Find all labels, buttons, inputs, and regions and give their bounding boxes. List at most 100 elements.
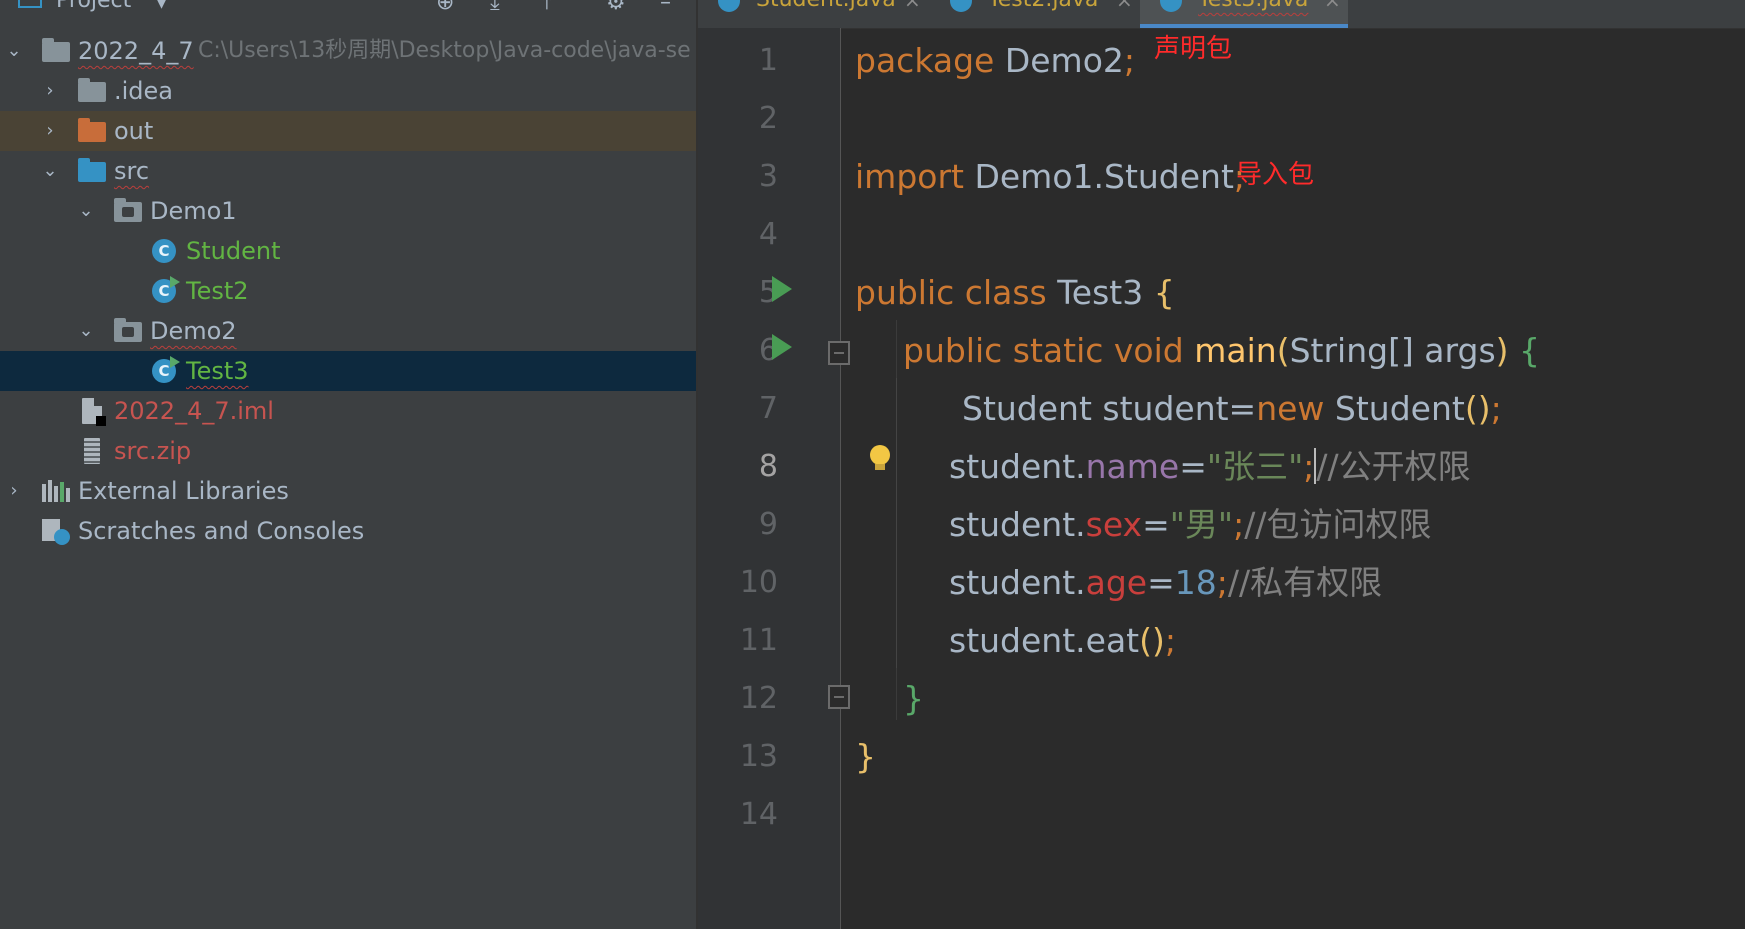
tree-item-demo1[interactable]: ⌄ Demo1	[0, 191, 696, 231]
tree-item-label: Test3	[186, 357, 249, 385]
annotation-package-note: 声明包	[1154, 34, 1233, 64]
object-ref: student.	[949, 563, 1086, 602]
code-editor: Student.java × Test2.java × Test3.java ×…	[698, 0, 1745, 929]
semicolon: ;	[1490, 389, 1502, 428]
number-literal: 18	[1174, 563, 1217, 602]
tree-item-iml[interactable]: 2022_4_7.iml	[0, 391, 696, 431]
fold-marker-icon[interactable]	[828, 341, 850, 365]
code-line-6[interactable]: public static void main(String[] args) {	[903, 322, 1540, 380]
collapse-all-icon[interactable]: ⤒	[542, 0, 552, 14]
run-class-icon[interactable]	[772, 276, 792, 302]
project-view-title[interactable]: Project	[56, 0, 131, 12]
brace: {	[1153, 273, 1175, 312]
code-line-3[interactable]: import Demo1.Student;	[855, 148, 1245, 206]
module-folder-icon	[42, 38, 70, 62]
semicolon: ;	[1233, 505, 1245, 544]
tree-item-demo2[interactable]: ⌄ Demo2	[0, 311, 696, 351]
tab-test3-java[interactable]: Test3.java ×	[1140, 0, 1348, 28]
code-line-7[interactable]: Student student=new Student();	[962, 380, 1502, 438]
tree-item-test2[interactable]: C Test2	[0, 271, 696, 311]
keyword: class	[964, 273, 1047, 312]
operator: =	[1147, 563, 1175, 602]
close-icon[interactable]: ×	[904, 0, 921, 14]
keyword: public	[903, 331, 1003, 370]
tree-item-test3[interactable]: C Test3	[0, 351, 696, 391]
run-main-icon[interactable]	[772, 334, 792, 360]
keyword: package	[855, 41, 995, 80]
tab-test2-java[interactable]: Test2.java ×	[930, 0, 1140, 28]
minimize-icon[interactable]: –	[660, 0, 671, 14]
code-line-9[interactable]: student.sex="男";//包访问权限	[949, 496, 1431, 554]
line-number: 3	[758, 159, 778, 194]
keyword: new	[1256, 389, 1325, 428]
chevron-right-icon[interactable]: ›	[40, 111, 60, 151]
tree-item-label: Demo1	[150, 197, 237, 225]
libraries-icon	[42, 480, 70, 502]
import-name: Demo1.Student	[974, 157, 1234, 196]
line-number: 10	[739, 565, 778, 600]
close-icon[interactable]: ×	[1116, 0, 1133, 14]
tree-item-student[interactable]: C Student	[0, 231, 696, 271]
comment: //包访问权限	[1244, 505, 1432, 544]
field-public: name	[1085, 447, 1180, 486]
chevron-down-icon[interactable]: ⌄	[4, 31, 24, 71]
excluded-folder-icon	[78, 118, 106, 142]
code-line-10[interactable]: student.age=18;//私有权限	[949, 554, 1382, 612]
tree-item-idea[interactable]: › .idea	[0, 71, 696, 111]
tree-item-src[interactable]: ⌄ src	[0, 151, 696, 191]
gear-icon[interactable]: ⚙	[606, 0, 626, 14]
project-header: Project ▾ ⊕ ⤓ ⤒ ⚙ –	[0, 0, 696, 22]
project-view-icon[interactable]	[18, 0, 42, 8]
tree-item-external-libraries[interactable]: › External Libraries	[0, 471, 696, 511]
tab-student-java[interactable]: Student.java ×	[698, 0, 930, 28]
object-ref: student.	[949, 505, 1086, 544]
chevron-right-icon[interactable]: ›	[4, 471, 24, 511]
code-line-13[interactable]: }	[855, 728, 876, 786]
locate-icon[interactable]: ⊕	[436, 0, 454, 14]
code-line-8[interactable]: student.name="张三";//公开权限	[949, 438, 1471, 496]
line-number: 14	[739, 797, 778, 832]
run-marker-icon	[170, 356, 180, 368]
chevron-down-icon[interactable]: ⌄	[76, 311, 96, 351]
tree-item-label: External Libraries	[78, 477, 289, 505]
tree-item-root[interactable]: ⌄ 2022_4_7 C:\Users\13秒周期\Desktop\Java-c…	[0, 31, 696, 71]
keyword: static	[1012, 331, 1104, 370]
code-line-12[interactable]: }	[903, 670, 924, 728]
chevron-down-icon[interactable]: ⌄	[40, 151, 60, 191]
package-icon	[114, 198, 142, 222]
fold-marker-icon[interactable]	[828, 685, 850, 709]
brace: }	[903, 679, 924, 718]
line-number: 5	[758, 275, 778, 310]
scratches-icon	[42, 519, 70, 545]
declaration: Student student	[962, 389, 1229, 428]
tree-item-src-zip[interactable]: src.zip	[0, 431, 696, 471]
tree-item-label: .idea	[114, 77, 174, 105]
comment: //公开权限	[1316, 447, 1471, 486]
code-line-1[interactable]: package Demo2;	[855, 32, 1135, 90]
dropdown-arrow-icon[interactable]: ▾	[156, 0, 167, 14]
code-line-11[interactable]: student.eat();	[949, 612, 1176, 670]
close-icon[interactable]: ×	[1324, 0, 1341, 14]
archive-icon	[84, 438, 100, 464]
operator: =	[1179, 447, 1207, 486]
expand-all-icon[interactable]: ⤓	[490, 0, 500, 14]
chevron-right-icon[interactable]: ›	[40, 71, 60, 111]
semicolon: ;	[1303, 447, 1315, 486]
paren: )	[1495, 331, 1509, 370]
string-literal: "男"	[1169, 505, 1234, 544]
tree-item-label: 2022_4_7.iml	[114, 397, 274, 425]
tab-label: Test2.java	[988, 0, 1098, 14]
tree-item-out[interactable]: › out	[0, 111, 696, 151]
tree-item-label: Test2	[186, 277, 249, 305]
project-tool-window: Project ▾ ⊕ ⤓ ⤒ ⚙ – ⌄ 2022_4_7 C:\Users\…	[0, 0, 698, 929]
string-literal: "张三"	[1206, 447, 1304, 486]
tree-item-scratches[interactable]: Scratches and Consoles	[0, 511, 696, 551]
code-line-5[interactable]: public class Test3 {	[855, 264, 1175, 322]
lightbulb-icon[interactable]	[870, 445, 890, 470]
line-number: 13	[739, 739, 778, 774]
tree-item-label: 2022_4_7	[78, 37, 194, 65]
class-icon	[1160, 0, 1182, 12]
method-name: main	[1194, 331, 1277, 370]
tree-item-label: src.zip	[114, 437, 192, 465]
chevron-down-icon[interactable]: ⌄	[76, 191, 96, 231]
